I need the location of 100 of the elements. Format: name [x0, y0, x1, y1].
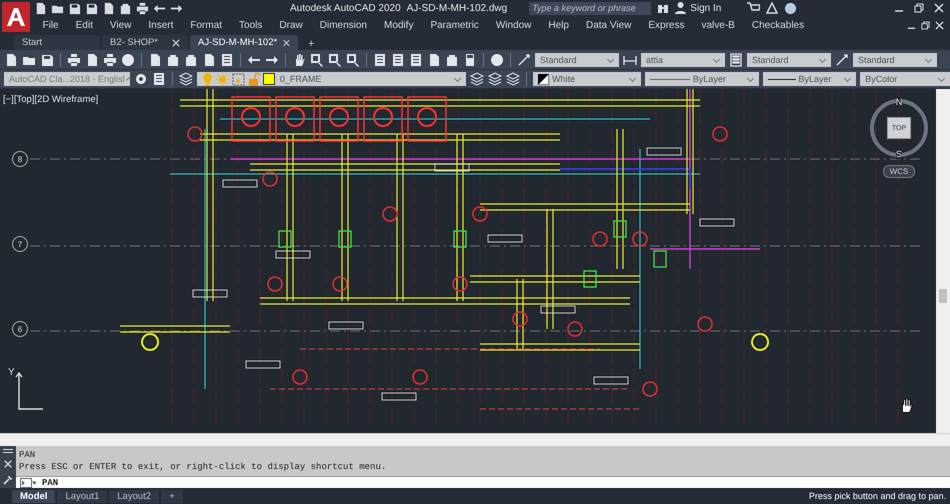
magnifier-icon[interactable] — [346, 53, 360, 67]
document-icon[interactable] — [4, 53, 18, 67]
menu-item[interactable]: Tools — [230, 20, 271, 30]
property-dropdown[interactable]: White — [533, 72, 641, 86]
viewport-label[interactable]: [−][Top][2D Wireframe] — [3, 94, 98, 105]
clipboard-icon[interactable] — [184, 53, 198, 67]
menu-item[interactable]: valve-B — [693, 20, 744, 30]
unlocked-padlock-icon — [248, 72, 260, 86]
globe-icon[interactable] — [121, 53, 135, 67]
user-icon — [675, 2, 686, 14]
document-icon[interactable] — [102, 2, 115, 14]
menu-item[interactable]: Draw — [270, 20, 312, 30]
close-icon[interactable] — [172, 38, 180, 46]
printer-icon[interactable] — [103, 53, 117, 67]
menu-item[interactable]: File — [34, 20, 68, 30]
layers-icon[interactable] — [506, 72, 520, 86]
document-tab[interactable]: B2- SHOP* — [102, 35, 188, 50]
compass-letter: S — [896, 149, 902, 159]
layers-icon[interactable] — [178, 72, 193, 86]
search-field[interactable]: Type a keyword or phrase — [529, 2, 652, 14]
panel-icon[interactable] — [391, 53, 405, 67]
clipboard-icon[interactable] — [445, 53, 459, 67]
layers-icon[interactable] — [470, 72, 484, 86]
menu-item[interactable]: Modify — [376, 20, 422, 30]
menu-item[interactable]: Edit — [67, 20, 102, 30]
grid-bubble: 8 — [12, 151, 28, 167]
layer-dropdown[interactable]: 0_FRAME — [196, 72, 466, 86]
binoculars-icon[interactable] — [657, 2, 670, 14]
triangle-icon[interactable] — [766, 2, 778, 14]
app-title: Autodesk AutoCAD 2020 — [290, 2, 401, 14]
sign-in-link[interactable]: Sign In — [675, 2, 722, 14]
vertical-scrollbar[interactable] — [936, 89, 950, 434]
close-icon[interactable] — [934, 3, 944, 13]
property-dropdown[interactable]: ByColor — [860, 72, 950, 86]
close-icon[interactable] — [283, 38, 290, 46]
menu-item[interactable]: Checkables — [743, 20, 813, 30]
document-icon[interactable] — [202, 53, 216, 67]
close-icon[interactable] — [4, 460, 12, 468]
menu-item[interactable]: Dimension — [311, 20, 376, 30]
command-input[interactable]: PAN — [16, 476, 950, 488]
lightbulb-icon — [202, 72, 213, 86]
redo-icon[interactable] — [265, 53, 279, 67]
line-sample — [768, 78, 796, 80]
panel-icon[interactable] — [373, 53, 387, 67]
file-title: AJ-SD-M-MH-102.dwg — [406, 2, 508, 14]
clipboard-icon[interactable] — [119, 2, 132, 14]
menu-item[interactable]: Help — [540, 20, 578, 30]
menu-item[interactable]: Parametric — [422, 20, 488, 30]
gear-icon[interactable] — [134, 72, 148, 86]
app-logo-icon[interactable] — [2, 2, 30, 32]
grid-bubble: 6 — [12, 321, 28, 337]
new-layout-button[interactable]: + — [161, 490, 183, 502]
terminal-icon — [20, 478, 36, 488]
close-icon[interactable] — [935, 20, 944, 30]
style-dropdown[interactable]: Standard — [535, 53, 619, 67]
ucs-menu[interactable]: WCS — [882, 165, 916, 178]
menu-item[interactable]: Window — [487, 20, 540, 30]
menu-item[interactable]: Format — [182, 20, 231, 30]
printer-icon[interactable] — [67, 53, 81, 67]
document-icon[interactable] — [427, 53, 441, 67]
layers-icon[interactable] — [488, 72, 502, 86]
status-message: Press pick button and drag to pan. — [808, 491, 947, 501]
window-zoom-icon[interactable] — [328, 53, 342, 67]
menu-item[interactable]: Insert — [140, 20, 182, 30]
style-dropdown[interactable]: Standard — [853, 53, 937, 67]
compass-letter: N — [896, 97, 902, 107]
color-swatch-icon — [538, 74, 550, 84]
command-history-line: PAN — [19, 449, 36, 461]
menu-item[interactable]: View — [101, 20, 140, 30]
restore-icon[interactable] — [921, 20, 930, 30]
horizontal-scrollbar[interactable] — [0, 433, 950, 446]
panel-icon[interactable] — [152, 72, 166, 86]
menu-item[interactable]: Express — [640, 20, 693, 30]
layer-color-swatch — [262, 73, 275, 85]
dimension-style-icon[interactable] — [623, 53, 637, 67]
wrench-icon[interactable] — [3, 474, 13, 485]
calculator-icon[interactable] — [463, 53, 477, 67]
document-tab[interactable]: AJ-SD-M-MH-102* — [190, 35, 298, 50]
grid-bubble: 7 — [12, 236, 28, 252]
style-dropdown[interactable]: attia — [641, 53, 725, 67]
layout-tab[interactable]: Layout1 — [57, 490, 108, 502]
document-icon[interactable] — [148, 53, 162, 67]
sun-icon — [216, 72, 229, 86]
restore-icon[interactable] — [914, 3, 924, 13]
document-icon[interactable] — [34, 2, 47, 14]
style-dropdown[interactable]: Standard — [747, 53, 831, 67]
panel-icon[interactable] — [409, 53, 423, 67]
property-dropdown[interactable]: ByLayer — [762, 72, 856, 86]
new-tab-button[interactable]: + — [300, 38, 322, 50]
magnifier-icon[interactable] — [310, 53, 324, 67]
printer-icon[interactable] — [136, 2, 149, 14]
layout-tab[interactable]: Layout2 — [109, 490, 160, 502]
property-dropdown[interactable]: ByLayer — [644, 72, 759, 86]
menu-item[interactable]: Data View — [577, 20, 640, 30]
layout-tab[interactable]: Model — [12, 490, 56, 502]
axis-label: Y — [8, 367, 15, 378]
clipboard-icon[interactable] — [166, 53, 180, 67]
table-style-icon[interactable] — [729, 53, 743, 67]
grip-icon[interactable] — [3, 449, 13, 454]
document-tab[interactable]: Start — [14, 35, 100, 50]
